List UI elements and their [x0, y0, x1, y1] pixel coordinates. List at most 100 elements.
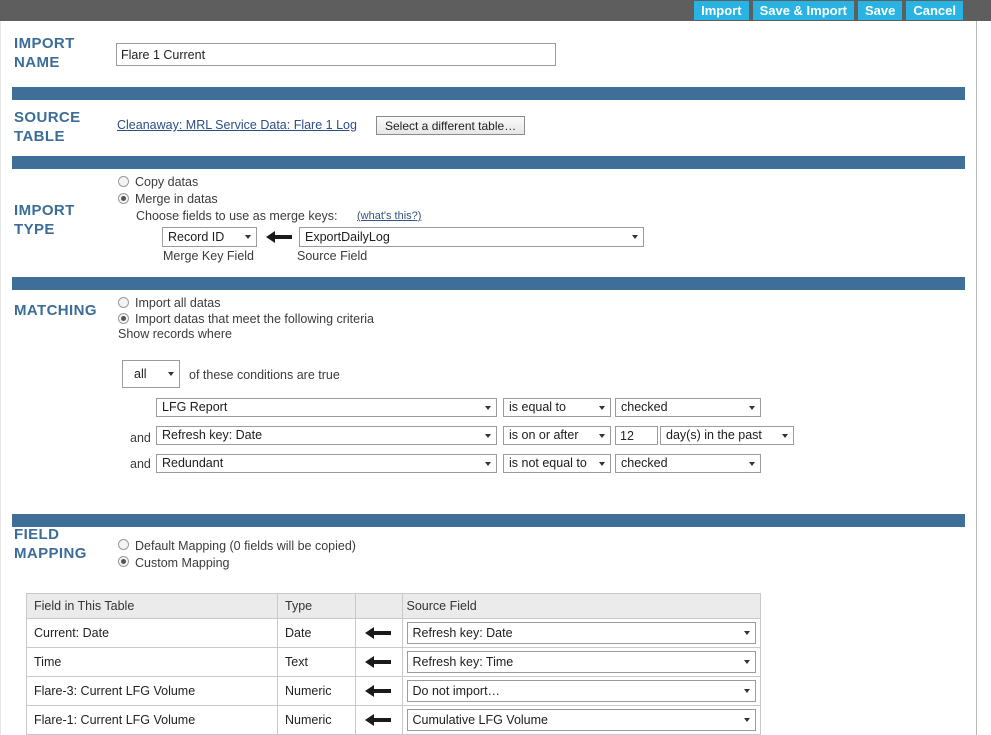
scroll-gutter[interactable] — [978, 21, 991, 735]
toolbar-button-group: Import Save & Import Save Cancel — [694, 1, 963, 20]
arrow-left-icon-merge — [266, 231, 292, 243]
column-header-arrow — [355, 593, 403, 619]
chevron-down-icon — [168, 372, 174, 376]
label-merge-in-datas: Merge in datas — [135, 192, 218, 206]
divider-1 — [12, 87, 965, 100]
table-row: Flare-3: Current LFG Volume Numeric Do n… — [25, 676, 762, 706]
label-import-criteria: Import datas that meet the following cri… — [135, 312, 375, 326]
row-1-source-cell: Refresh key: Date — [401, 618, 762, 648]
source-field-caption: Source Field — [297, 249, 368, 263]
conditions-suffix-label: of these conditions are true — [189, 368, 340, 382]
row-2-source-cell: Refresh key: Time — [401, 647, 762, 677]
condition-1-operator-select[interactable]: is equal to — [503, 398, 611, 417]
chevron-down-icon — [485, 461, 491, 466]
select-different-table-button[interactable]: Select a different table… — [376, 116, 526, 135]
chevron-down-icon — [782, 433, 788, 438]
column-header-type: Type — [277, 593, 357, 619]
source-table-link[interactable]: Cleanaway: MRL Service Data: Flare 1 Log — [117, 118, 357, 132]
chevron-down-icon — [749, 405, 755, 410]
save-and-import-button[interactable]: Save & Import — [752, 1, 854, 20]
condition-2-operator-value: is on or after — [509, 428, 579, 442]
chevron-down-icon — [632, 235, 638, 239]
chevron-down-icon — [245, 235, 251, 239]
radio-custom-mapping[interactable] — [118, 556, 129, 567]
chevron-down-icon — [485, 433, 491, 438]
column-header-field: Field in This Table — [25, 593, 279, 619]
radio-merge-in-datas[interactable] — [118, 193, 129, 204]
divider-3 — [12, 277, 965, 290]
radio-import-all-datas[interactable] — [118, 297, 129, 308]
source-table-heading: SOURCE TABLE — [14, 109, 81, 145]
condition-2-and-label: and — [130, 431, 151, 445]
whats-this-link[interactable]: (what's this?) — [357, 210, 421, 222]
arrow-left-icon — [365, 714, 392, 726]
field-mapping-table: Field in This Table Type Source Field Cu… — [25, 593, 762, 735]
row-2-field: Time — [25, 647, 279, 677]
chevron-down-icon — [599, 433, 605, 438]
condition-1-value-select[interactable]: checked — [615, 398, 761, 417]
chevron-down-icon — [744, 718, 750, 722]
condition-2-operator-select[interactable]: is on or after — [503, 426, 611, 445]
condition-1-operator-value: is equal to — [509, 400, 566, 414]
row-2-type: Text — [277, 647, 357, 677]
import-type-heading: IMPORT TYPE — [14, 202, 75, 238]
import-button[interactable]: Import — [694, 1, 749, 20]
label-copy-datas: Copy datas — [135, 175, 199, 189]
chevron-down-icon — [749, 461, 755, 466]
merge-keys-prompt: Choose fields to use as merge keys: — [136, 209, 338, 223]
radio-import-criteria[interactable] — [118, 313, 129, 324]
row-4-source-value: Cumulative LFG Volume — [412, 713, 548, 727]
arrow-left-icon — [365, 656, 392, 668]
row-3-arrow-cell — [355, 676, 403, 706]
row-3-source-cell: Do not import… — [401, 676, 762, 706]
radio-copy-datas[interactable] — [118, 176, 129, 187]
row-4-source-select[interactable]: Cumulative LFG Volume — [406, 709, 756, 731]
label-default-mapping: Default Mapping (0 fields will be copied… — [135, 539, 356, 553]
label-import-all-datas: Import all datas — [135, 296, 221, 310]
field-mapping-heading: FIELD MAPPING — [14, 526, 87, 562]
condition-3-field-select[interactable]: Redundant — [156, 454, 497, 473]
import-name-input[interactable] — [116, 43, 556, 66]
merge-key-field-value: Record ID — [168, 230, 225, 244]
condition-3-operator-value: is not equal to — [509, 456, 587, 470]
condition-3-value-select[interactable]: checked — [615, 454, 761, 473]
chevron-down-icon — [744, 689, 750, 693]
show-records-where-label: Show records where — [118, 327, 232, 341]
merge-key-field-caption: Merge Key Field — [163, 249, 255, 263]
import-settings-page: Import Save & Import Save Cancel IMPORT … — [0, 0, 991, 735]
table-row: Current: Date Date Refresh key: Date — [25, 618, 762, 648]
row-3-source-select[interactable]: Do not import… — [406, 680, 756, 702]
condition-2-days-input[interactable] — [615, 426, 658, 445]
condition-2-field-select[interactable]: Refresh key: Date — [156, 426, 497, 445]
row-1-type: Date — [277, 618, 357, 648]
matching-heading: MATCHING — [14, 302, 97, 319]
row-4-arrow-cell — [355, 705, 403, 735]
row-4-type: Numeric — [277, 705, 357, 735]
radio-default-mapping[interactable] — [118, 539, 129, 550]
condition-2-field-value: Refresh key: Date — [162, 428, 263, 442]
row-4-source-cell: Cumulative LFG Volume — [401, 705, 762, 735]
divider-2 — [12, 156, 965, 169]
row-3-source-value: Do not import… — [412, 684, 501, 698]
condition-3-operator-select[interactable]: is not equal to — [503, 454, 611, 473]
chevron-down-icon — [599, 405, 605, 410]
merge-key-field-select[interactable]: Record ID — [162, 227, 257, 247]
row-1-source-select[interactable]: Refresh key: Date — [406, 622, 756, 644]
cancel-button[interactable]: Cancel — [906, 1, 963, 20]
row-2-arrow-cell — [355, 647, 403, 677]
label-custom-mapping: Custom Mapping — [135, 556, 230, 570]
condition-2-unit-value: day(s) in the past — [666, 428, 762, 442]
save-button[interactable]: Save — [857, 1, 903, 20]
arrow-left-icon — [365, 627, 392, 639]
merge-source-field-value: ExportDailyLog — [305, 230, 390, 244]
row-2-source-select[interactable]: Refresh key: Time — [406, 651, 756, 673]
row-4-field: Flare-1: Current LFG Volume — [25, 705, 279, 735]
chevron-down-icon — [485, 405, 491, 410]
conjunction-select[interactable]: all — [122, 360, 180, 388]
condition-2-unit-select[interactable]: day(s) in the past — [660, 426, 794, 445]
arrow-left-icon — [365, 685, 392, 697]
merge-source-field-select[interactable]: ExportDailyLog — [299, 227, 644, 247]
chevron-down-icon — [744, 660, 750, 664]
condition-1-field-select[interactable]: LFG Report — [156, 398, 497, 417]
row-1-arrow-cell — [355, 618, 403, 648]
